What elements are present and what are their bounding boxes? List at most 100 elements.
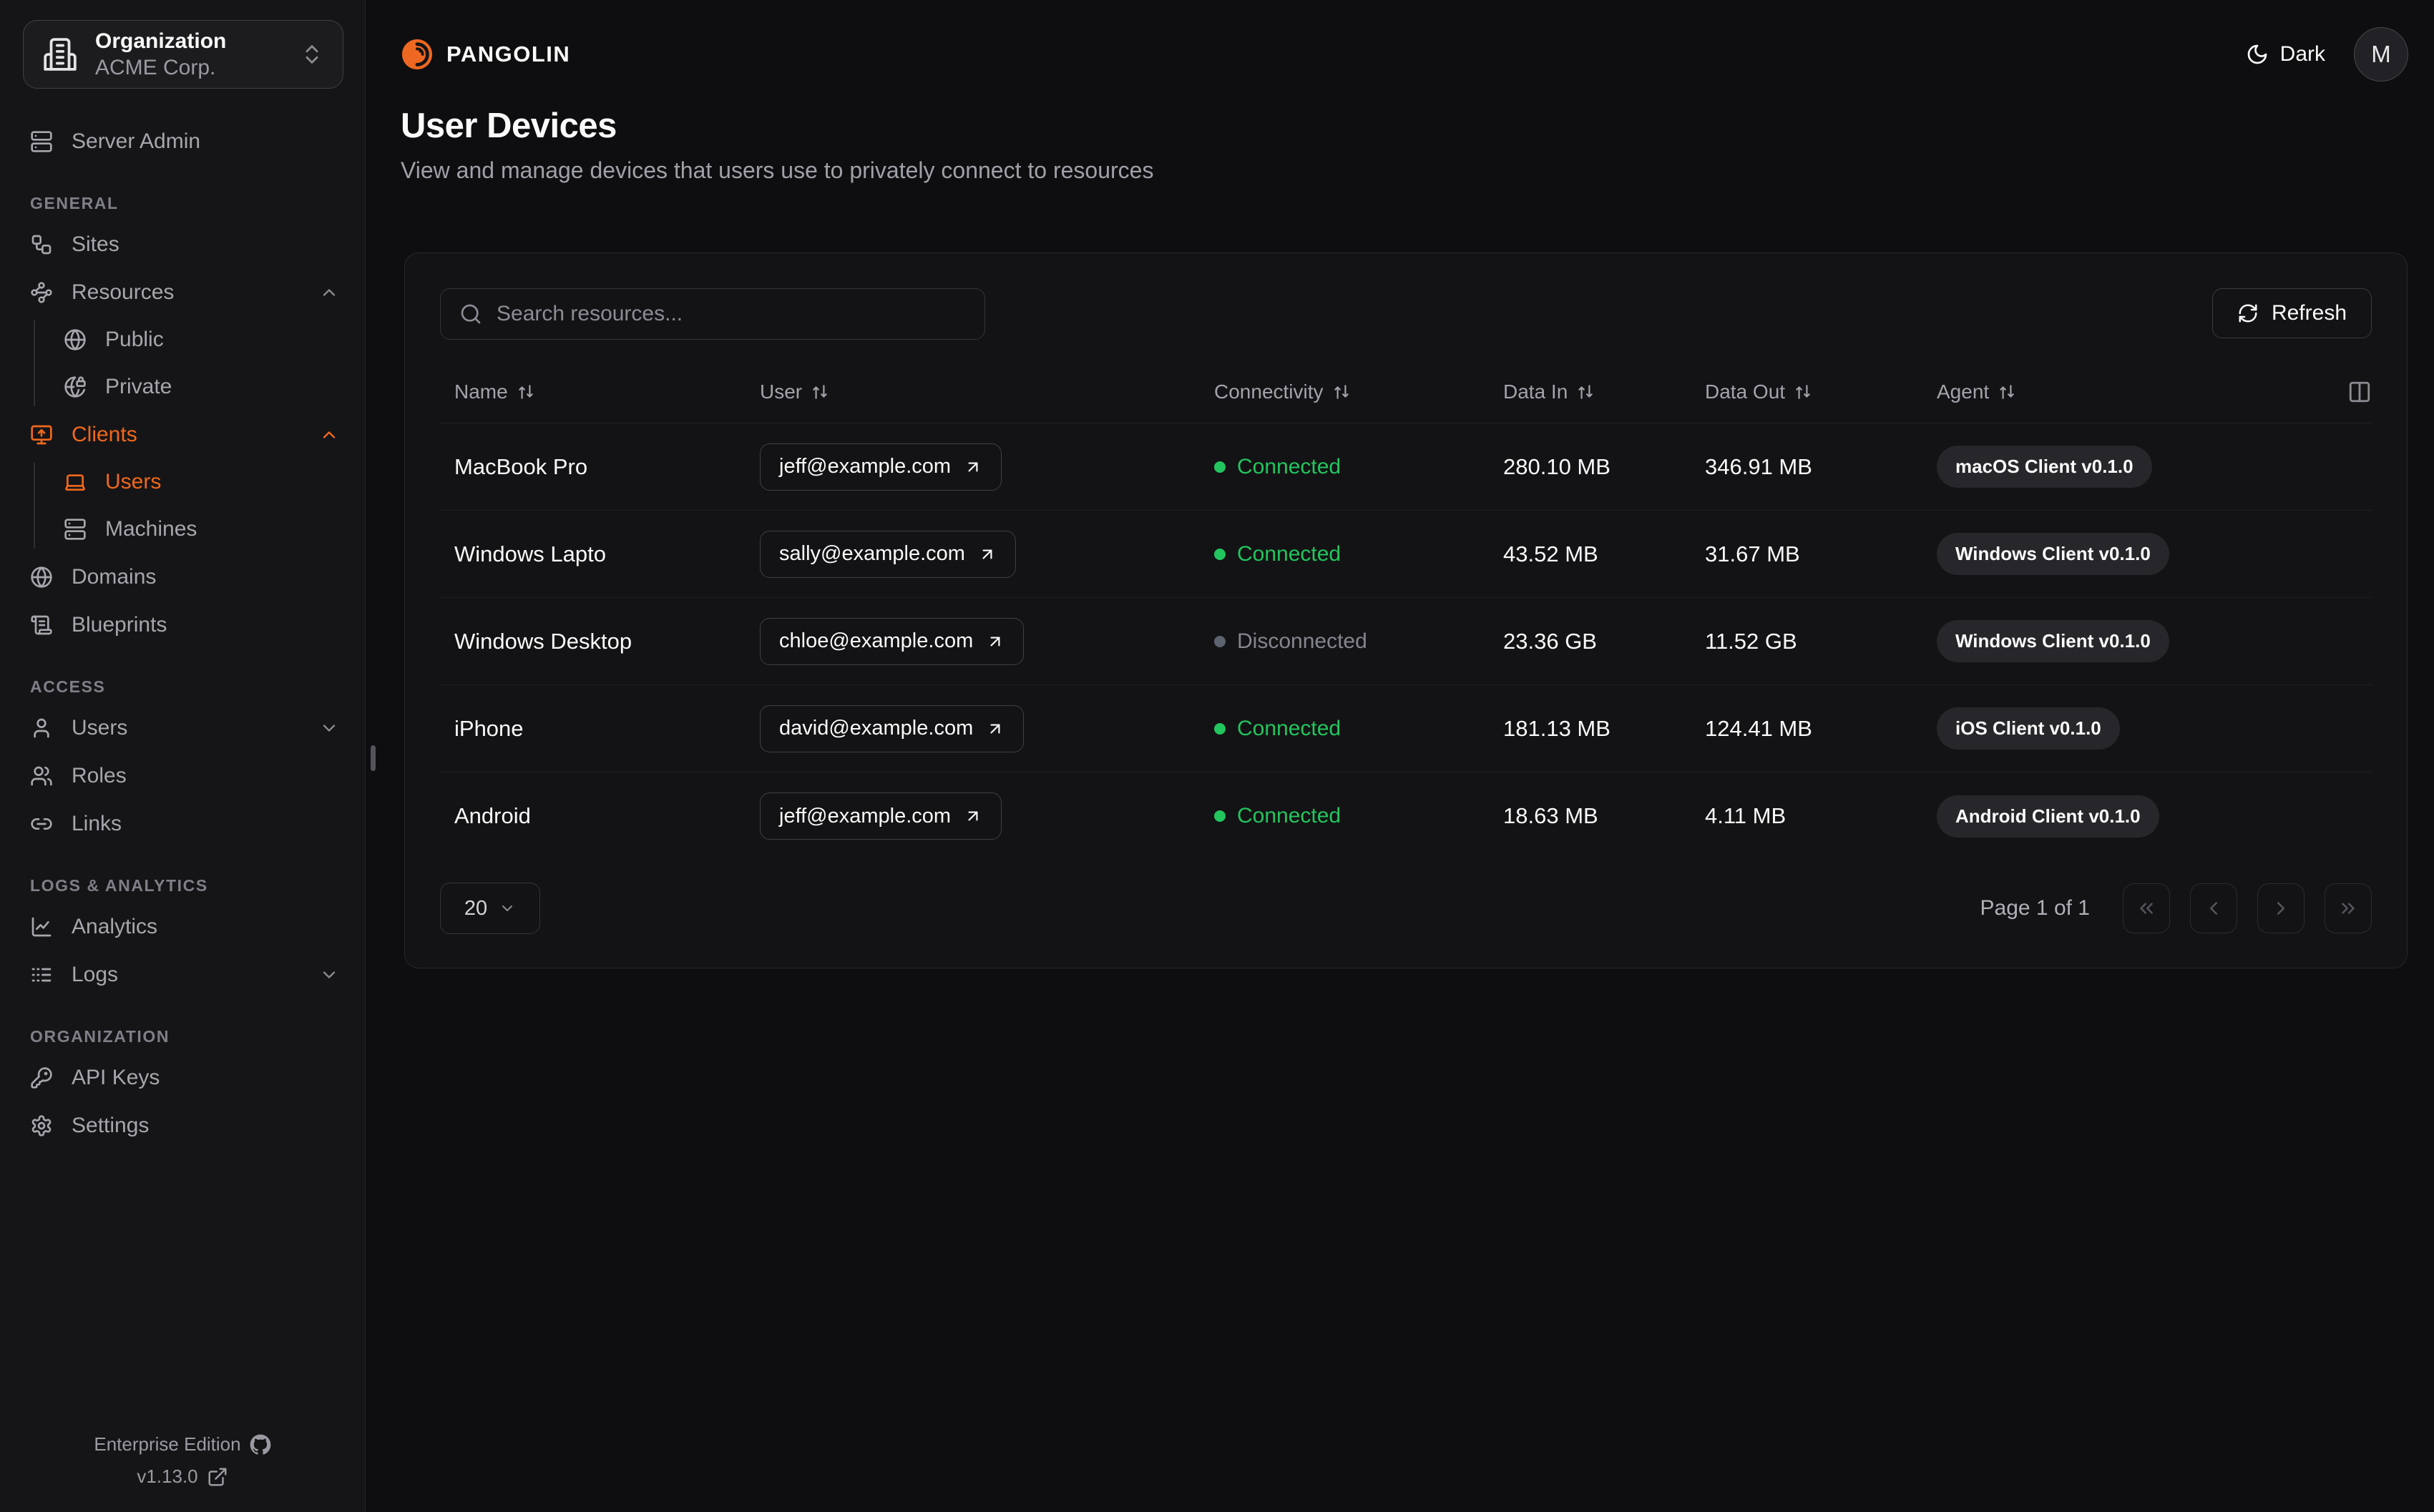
sidebar-item-private[interactable]: Private: [34, 363, 365, 411]
sidebar-item-label: Server Admin: [72, 129, 201, 153]
key-icon: [31, 1066, 52, 1089]
sidebar: Organization ACME Corp. Server Admin GEN…: [0, 0, 366, 1512]
chevron-up-icon[interactable]: [319, 425, 339, 445]
connectivity-status: Connected: [1214, 455, 1489, 479]
prev-page-button[interactable]: [2190, 883, 2237, 933]
column-header-agent[interactable]: Agent: [1922, 380, 2372, 404]
sidebar-item-label: Roles: [72, 763, 127, 787]
chevron-down-icon[interactable]: [319, 965, 339, 985]
page-title: User Devices: [401, 107, 617, 145]
agent-badge: iOS Client v0.1.0: [1937, 707, 2120, 750]
user-link-button[interactable]: chloe@example.com: [760, 617, 1025, 665]
column-header-data-in[interactable]: Data In: [1489, 381, 1691, 403]
agent-badge: Windows Client v0.1.0: [1937, 620, 2169, 662]
edition-link[interactable]: Enterprise Edition: [0, 1433, 365, 1455]
sidebar-footer: Enterprise Edition v1.13.0: [0, 1423, 365, 1512]
sidebar-item-client-machines[interactable]: Machines: [34, 506, 365, 553]
avatar[interactable]: M: [2354, 27, 2408, 82]
user-link-button[interactable]: jeff@example.com: [760, 443, 1002, 491]
status-dot-icon: [1214, 548, 1226, 560]
user-link-button[interactable]: david@example.com: [760, 705, 1025, 752]
user-link-button[interactable]: sally@example.com: [760, 530, 1016, 578]
column-header-name[interactable]: Name: [440, 381, 746, 403]
theme-toggle[interactable]: Dark: [2246, 42, 2325, 67]
sidebar-item-clients[interactable]: Clients: [0, 411, 365, 458]
server-icon: [31, 130, 52, 152]
brand[interactable]: PANGOLIN: [401, 38, 570, 71]
arrow-up-right-icon: [990, 637, 1000, 646]
section-label-general: GENERAL: [30, 194, 119, 212]
version-link[interactable]: v1.13.0: [0, 1466, 365, 1488]
sidebar-item-client-users[interactable]: Users: [34, 458, 365, 506]
table-row: Windows Lapto sally@example.com Connecte…: [440, 511, 2372, 598]
data-in-value: 181.13 MB: [1503, 715, 1611, 741]
sidebar-item-analytics[interactable]: Analytics: [0, 903, 365, 951]
github-icon: [250, 1434, 270, 1455]
page-size-select[interactable]: 20: [440, 883, 540, 934]
last-page-button[interactable]: [2325, 883, 2372, 933]
device-name: MacBook Pro: [454, 453, 588, 479]
data-out-value: 4.11 MB: [1705, 803, 1787, 828]
pangolin-logo-icon: [401, 39, 433, 70]
data-out-value: 346.91 MB: [1705, 453, 1812, 479]
moon-icon: [2247, 44, 2267, 64]
status-dot-icon: [1214, 810, 1226, 822]
external-link-icon: [208, 1468, 227, 1486]
column-header-user[interactable]: User: [746, 381, 1200, 403]
refresh-label: Refresh: [2271, 301, 2347, 325]
sidebar-item-public[interactable]: Public: [34, 316, 365, 363]
sidebar-item-server-admin[interactable]: Server Admin: [0, 117, 365, 165]
sidebar-item-label: Links: [72, 811, 122, 835]
table-header-row: Name User Connectivity Data In Data Out …: [440, 380, 2372, 423]
sidebar-item-roles[interactable]: Roles: [0, 752, 365, 800]
logs-icon: [31, 968, 52, 981]
column-header-data-out[interactable]: Data Out: [1691, 381, 1922, 403]
search-input[interactable]: [497, 302, 966, 326]
user-link-button[interactable]: jeff@example.com: [760, 792, 1002, 840]
edition-label: Enterprise Edition: [94, 1433, 241, 1455]
column-header-connectivity[interactable]: Connectivity: [1200, 381, 1489, 403]
sidebar-item-blueprints[interactable]: Blueprints: [0, 601, 365, 649]
sidebar-item-links[interactable]: Links: [0, 800, 365, 848]
sort-icon: [1796, 385, 1810, 399]
columns-toggle-button[interactable]: [2347, 380, 2372, 404]
sidebar-item-logs[interactable]: Logs: [0, 951, 365, 998]
sidebar-item-label: Clients: [72, 422, 137, 446]
sidebar-item-label: API Keys: [72, 1065, 160, 1089]
agent-badge: Windows Client v0.1.0: [1937, 533, 2169, 575]
sidebar-item-label: Blueprints: [72, 612, 167, 637]
sidebar-resize-handle[interactable]: [371, 745, 376, 771]
resources-subgroup: Public Private: [34, 316, 365, 411]
sidebar-item-sites[interactable]: Sites: [0, 220, 365, 268]
globe-icon: [64, 329, 86, 350]
device-name: Android: [454, 803, 531, 828]
sort-icon: [1334, 385, 1349, 399]
connectivity-status: Connected: [1214, 717, 1489, 741]
page-subtitle: View and manage devices that users use t…: [401, 157, 1154, 183]
org-selector[interactable]: Organization ACME Corp.: [23, 20, 343, 89]
sidebar-item-users[interactable]: Users: [0, 704, 365, 752]
globe-icon: [31, 566, 52, 588]
arrow-up-right-icon: [990, 724, 1000, 733]
refresh-button[interactable]: Refresh: [2211, 288, 2372, 338]
columns-icon: [2349, 381, 2370, 403]
sidebar-item-resources[interactable]: Resources: [0, 268, 365, 316]
sidebar-item-label: Sites: [72, 232, 119, 256]
clients-subgroup: Users Machines: [34, 458, 365, 553]
status-dot-icon: [1214, 722, 1226, 735]
sidebar-item-api-keys[interactable]: API Keys: [0, 1054, 365, 1101]
data-out-value: 11.52 GB: [1705, 628, 1797, 654]
user-icon: [34, 718, 49, 737]
sidebar-item-domains[interactable]: Domains: [0, 553, 365, 601]
chevron-down-icon[interactable]: [319, 718, 339, 738]
sidebar-item-label: Analytics: [72, 914, 158, 938]
chevrons-right-icon: [2342, 903, 2355, 914]
sidebar-item-settings[interactable]: Settings: [0, 1101, 365, 1149]
next-page-button[interactable]: [2257, 883, 2305, 933]
section-label-access: ACCESS: [30, 677, 106, 696]
first-page-button[interactable]: [2123, 883, 2170, 933]
chevron-up-icon[interactable]: [319, 283, 339, 303]
sidebar-item-label: Logs: [72, 962, 119, 986]
data-in-value: 23.36 GB: [1503, 628, 1597, 654]
avatar-initial: M: [2371, 41, 2391, 67]
